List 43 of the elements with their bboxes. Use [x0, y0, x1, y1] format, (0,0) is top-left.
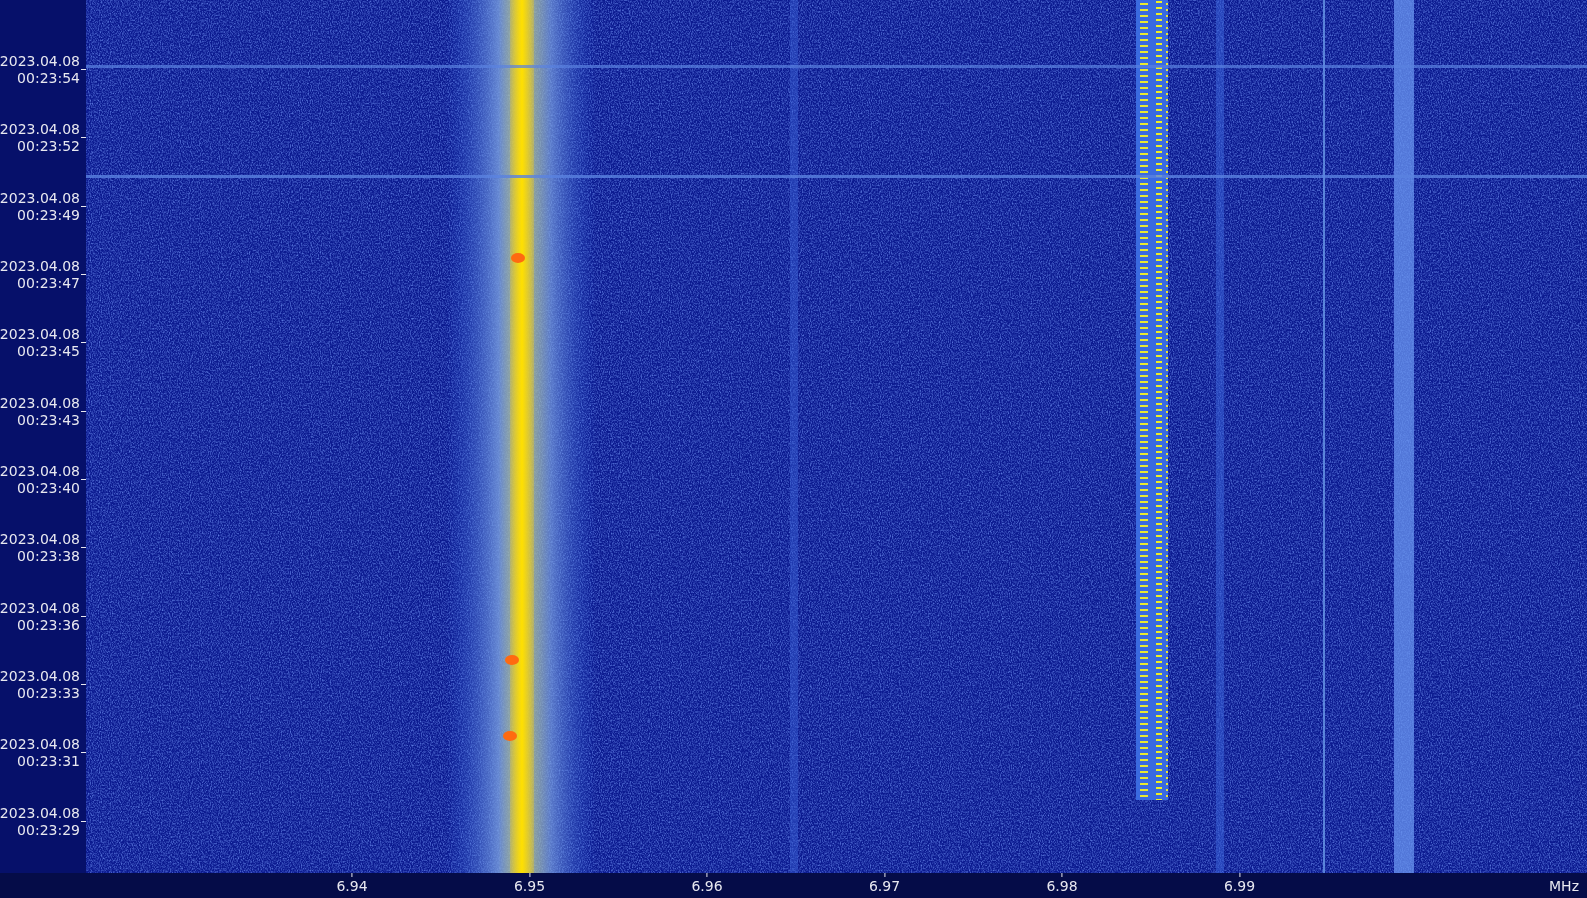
- frequency-label: 6.98: [1046, 877, 1078, 895]
- date-label: 2023.04.08: [0, 53, 80, 70]
- tick-mark: [81, 752, 86, 754]
- date-label: 2023.04.08: [0, 189, 80, 207]
- tick-mark: [81, 410, 86, 412]
- date-label: 2023.04.08: [0, 667, 80, 685]
- date-label: 2023.04.08: [0, 599, 80, 617]
- time-label: 00:23:31: [17, 753, 80, 771]
- time-label: 00:23:43: [17, 411, 80, 429]
- tick-mark: [81, 69, 86, 70]
- time-label: 00:23:33: [17, 684, 80, 702]
- date-label: 2023.04.08: [0, 121, 80, 139]
- time-label: 00:23:38: [17, 548, 80, 566]
- tick-mark: [81, 615, 86, 617]
- time-label: 00:23:52: [17, 138, 80, 156]
- date-label: 2023.04.08: [0, 394, 80, 412]
- unit-label: MHz: [1549, 877, 1579, 895]
- date-label: 2023.04.08: [0, 531, 80, 549]
- time-label: 00:23:40: [17, 479, 80, 497]
- tick-mark: [81, 683, 86, 685]
- date-label: 2023.04.08: [0, 462, 80, 480]
- frequency-label: 6.97: [868, 877, 901, 895]
- frequency-label: 6.95: [513, 877, 546, 895]
- time-label: 00:23:54: [17, 70, 80, 87]
- time-label: 00:23:49: [17, 206, 80, 224]
- tick-mark: [81, 820, 86, 822]
- frequency-label: 6.94: [336, 877, 368, 895]
- tick-mark: [81, 547, 86, 549]
- tick-mark: [81, 274, 86, 275]
- time-label: 00:23:36: [17, 616, 80, 634]
- tick-mark: [81, 478, 86, 480]
- date-label: 2023.04.08: [0, 736, 80, 754]
- date-label: 2023.04.08: [0, 258, 80, 275]
- date-label: 2023.04.08: [0, 804, 80, 822]
- time-label: 00:23:47: [17, 275, 80, 292]
- date-label: 2023.04.08: [0, 326, 80, 344]
- tick-mark: [81, 342, 86, 344]
- frequency-label: 6.99: [1223, 877, 1256, 895]
- tick-mark: [81, 205, 86, 207]
- tick-mark: [81, 137, 86, 139]
- frequency-label: 6.96: [691, 877, 723, 895]
- time-label: 00:23:45: [17, 343, 80, 361]
- time-label: 00:23:29: [17, 821, 80, 839]
